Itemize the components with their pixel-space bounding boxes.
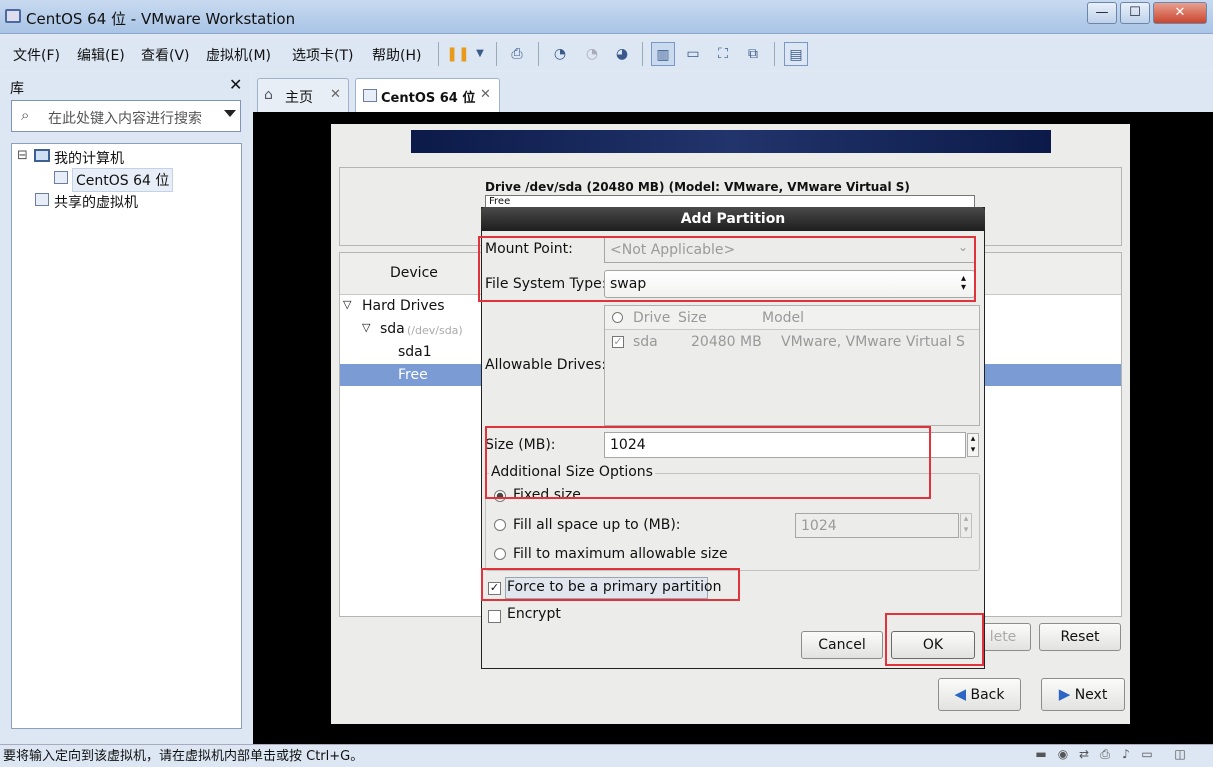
tree-free[interactable]: Free: [398, 367, 428, 383]
vm-icon: [54, 171, 68, 184]
library-close-button[interactable]: ✕: [229, 75, 242, 94]
drive-sda-size: 20480 MB: [691, 334, 762, 350]
search-placeholder: 在此处键入内容进行搜索: [48, 111, 202, 127]
fill-up-to-radio[interactable]: [494, 519, 506, 531]
tree-sda[interactable]: sda: [380, 321, 405, 337]
next-arrow-icon: ▶: [1058, 685, 1071, 703]
tab-centos[interactable]: CentOS 64 位 ✕: [355, 78, 500, 113]
maximize-button[interactable]: ☐: [1120, 2, 1150, 24]
tree-sda1[interactable]: sda1: [398, 344, 432, 360]
fill-up-to-input[interactable]: 1024: [795, 513, 959, 538]
computer-icon: [34, 149, 50, 162]
show-library-icon[interactable]: ▥: [651, 42, 675, 66]
toolbar-separator: [774, 42, 775, 66]
display-status-icon[interactable]: ▭: [1139, 746, 1155, 762]
library-title: 库: [10, 81, 24, 97]
home-icon: ⌂: [264, 87, 273, 103]
menu-view[interactable]: 查看(V): [141, 45, 190, 65]
minimize-button[interactable]: —: [1087, 2, 1117, 24]
status-message: 要将输入定向到该虚拟机，请在虚拟机内部单击或按 Ctrl+G。: [3, 749, 364, 764]
drives-col-model[interactable]: Model: [762, 310, 804, 326]
sound-status-icon[interactable]: ♪: [1118, 746, 1134, 762]
network-status-icon[interactable]: ⇄: [1076, 746, 1092, 762]
toolbar-separator: [642, 42, 643, 66]
unity-icon[interactable]: ⧉: [741, 42, 765, 66]
tree-hard-drives[interactable]: Hard Drives: [362, 298, 445, 314]
back-button-label: Back: [970, 687, 1005, 703]
fill-max-label[interactable]: Fill to maximum allowable size: [513, 546, 728, 562]
drives-col-drive[interactable]: Drive: [633, 310, 670, 326]
menu-tabs[interactable]: 选项卡(T): [292, 45, 353, 65]
tree-item-my-computer[interactable]: 我的计算机: [54, 148, 124, 168]
vm-tab-icon: [363, 89, 377, 102]
tab-centos-close-icon[interactable]: ✕: [480, 87, 491, 102]
tree-collapse-icon[interactable]: ⊟: [17, 148, 28, 163]
next-button-label: Next: [1074, 687, 1108, 703]
highlight-size: [485, 426, 931, 499]
menu-help[interactable]: 帮助(H): [372, 45, 421, 65]
console-view-icon[interactable]: ▤: [784, 42, 808, 66]
highlight-force-primary: [481, 568, 740, 601]
menu-file[interactable]: 文件(F): [13, 45, 60, 65]
vmware-app-icon: [5, 9, 21, 23]
search-icon: ⌕: [21, 106, 30, 124]
window-title: CentOS 64 位 - VMware Workstation: [26, 10, 296, 28]
installer-banner: [411, 130, 1051, 153]
library-tree: [11, 143, 242, 729]
drive-sda-model: VMware, VMware Virtual S: [781, 334, 965, 350]
toolbar-separator: [496, 42, 497, 66]
hard-drives-expander-icon[interactable]: ▽: [343, 298, 351, 311]
tab-home-close-icon[interactable]: ✕: [330, 87, 341, 102]
highlight-ok: [885, 613, 984, 666]
cd-status-icon[interactable]: ◉: [1055, 746, 1071, 762]
snapshot-icon[interactable]: ◔: [548, 42, 572, 66]
hdd-status-icon[interactable]: ▬: [1033, 746, 1049, 762]
drive-title: Drive /dev/sda (20480 MB) (Model: VMware…: [485, 180, 910, 194]
drives-col-size[interactable]: Size: [678, 310, 707, 326]
search-dropdown-icon[interactable]: [224, 110, 236, 117]
thumbnail-bar-icon[interactable]: ▭: [681, 42, 705, 66]
back-button[interactable]: ◀ Back: [938, 678, 1021, 711]
highlight-mount-fs: [478, 236, 976, 302]
drives-select-all-radio[interactable]: [612, 312, 623, 323]
tree-sda-path: (/dev/sda): [407, 324, 463, 337]
tab-centos-label: CentOS 64 位: [381, 91, 476, 106]
drive-sda-checkbox[interactable]: ✓: [612, 336, 624, 348]
tree-item-centos[interactable]: CentOS 64 位: [72, 168, 174, 192]
menu-edit[interactable]: 编辑(E): [77, 45, 125, 65]
menu-vm[interactable]: 虚拟机(M): [206, 45, 271, 65]
tab-home[interactable]: ⌂ 主页 ✕: [257, 78, 349, 112]
fill-max-radio[interactable]: [494, 548, 506, 560]
send-ctrl-alt-del-icon[interactable]: ⎙: [505, 42, 529, 66]
chevron-down-icon[interactable]: ▼: [468, 42, 492, 66]
drive-sda-name: sda: [633, 334, 658, 350]
window-titlebar: CentOS 64 位 - VMware Workstation: [0, 0, 1213, 34]
shared-vm-icon: [35, 193, 49, 206]
next-button[interactable]: ▶ Next: [1041, 678, 1125, 711]
fill-up-to-label[interactable]: Fill all space up to (MB):: [513, 517, 681, 533]
allowable-drives-label: Allowable Drives:: [485, 357, 607, 373]
printer-status-icon[interactable]: ⎙: [1097, 746, 1113, 762]
back-arrow-icon: ◀: [954, 685, 967, 703]
encrypt-label[interactable]: Encrypt: [507, 606, 561, 622]
close-window-button[interactable]: ✕: [1153, 2, 1207, 24]
library-search-box[interactable]: ⌕ 在此处键入内容进行搜索: [11, 100, 241, 132]
dialog-title: Add Partition: [481, 207, 985, 231]
revert-snapshot-icon[interactable]: ◔: [580, 42, 604, 66]
full-screen-icon[interactable]: ⛶: [711, 42, 735, 66]
sda-expander-icon[interactable]: ▽: [362, 321, 370, 334]
reset-button[interactable]: Reset: [1039, 623, 1121, 651]
cancel-button[interactable]: Cancel: [801, 631, 883, 659]
tab-home-label: 主页: [285, 90, 313, 106]
device-column-header[interactable]: Device: [390, 265, 438, 281]
message-status-icon[interactable]: ◫: [1172, 746, 1188, 762]
toolbar-separator: [538, 42, 539, 66]
snapshot-manager-icon[interactable]: ◕: [610, 42, 634, 66]
fill-up-to-spinner[interactable]: ▴ ▾: [960, 513, 972, 538]
tree-item-shared-vms[interactable]: 共享的虚拟机: [54, 192, 138, 212]
size-spinner[interactable]: ▴ ▾: [967, 433, 979, 457]
toolbar-separator: [438, 42, 439, 66]
encrypt-checkbox[interactable]: [488, 610, 501, 623]
pause-icon[interactable]: ❚❚: [446, 42, 470, 66]
